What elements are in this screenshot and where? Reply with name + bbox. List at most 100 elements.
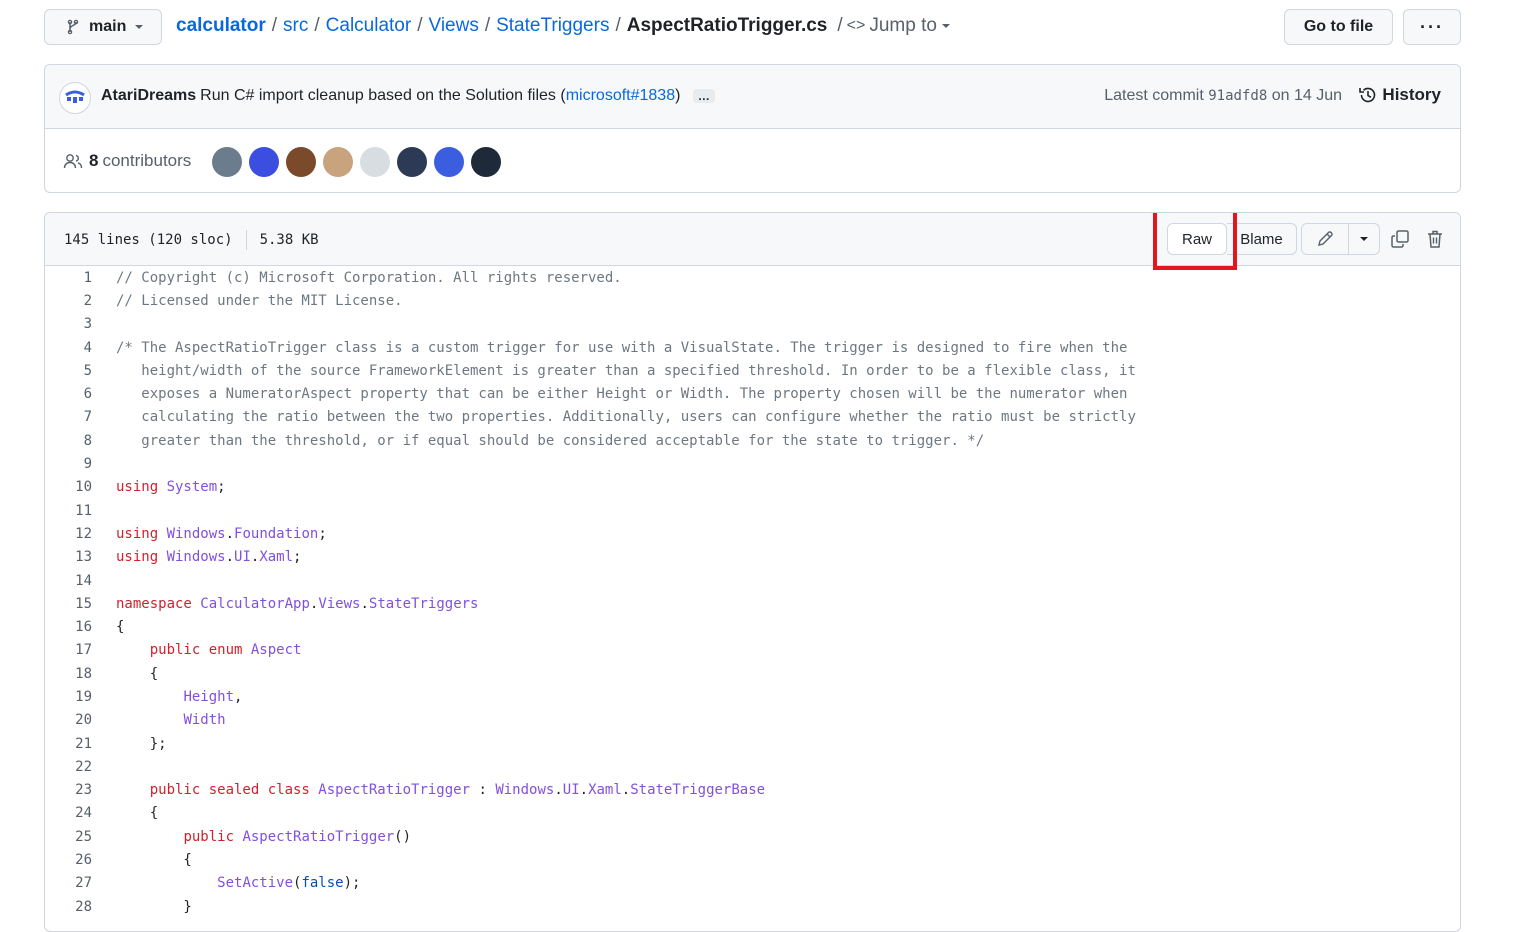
copy-raw-button[interactable] [1388,225,1412,253]
contributor-avatar[interactable] [397,147,427,177]
chevron-down-icon [1360,237,1368,241]
code-token: ; [318,525,327,542]
breadcrumb-src-link[interactable]: src [283,15,308,37]
code-token: StateTriggerBase [630,782,766,799]
line-content: greater than the threshold, or if equal … [92,433,984,449]
line-number[interactable]: 10 [45,479,92,495]
code-token: () [394,828,412,845]
line-number[interactable]: 17 [45,642,92,658]
breadcrumb-separator: / [484,15,491,36]
commit-message-text[interactable]: Run C# import cleanup based on the Solut… [200,87,566,104]
code-token: Windows [166,549,226,566]
jump-to-label: Jump to [869,15,937,36]
line-number[interactable]: 6 [45,386,92,402]
line-number[interactable]: 19 [45,689,92,705]
history-icon [1359,87,1376,103]
contributors-link[interactable]: 8 contributors [63,151,191,171]
line-number[interactable]: 20 [45,712,92,728]
breadcrumb-calculator-link[interactable]: Calculator [326,15,412,37]
contributor-avatar[interactable] [286,147,316,177]
line-number[interactable]: 13 [45,549,92,565]
code-line: 13 using Windows.UI.Xaml; [45,546,1460,569]
line-number[interactable]: 7 [45,409,92,425]
code-token: . [360,595,369,612]
line-number[interactable]: 18 [45,666,92,682]
line-content: using Windows.UI.Xaml; [92,549,301,565]
line-content: // Copyright (c) Microsoft Corporation. … [92,270,622,286]
blame-button[interactable]: Blame [1227,223,1297,255]
breadcrumb-statetriggers-link[interactable]: StateTriggers [496,15,609,37]
code-token: Windows [495,782,555,799]
code-line: 20 Width [45,709,1460,732]
line-number[interactable]: 24 [45,805,92,821]
code-token: Views [318,595,361,612]
line-number[interactable]: 5 [45,363,92,379]
line-content: public enum Aspect [92,642,302,659]
file-size: 5.38 KB [259,232,319,248]
code-token: height/width of the source FrameworkElem… [116,362,1136,379]
history-button[interactable]: History [1358,85,1441,105]
branch-selector-button[interactable]: main [44,9,162,45]
commit-author-link[interactable]: AtariDreams [101,87,196,104]
code-line: 25 public AspectRatioTrigger() [45,825,1460,848]
expand-commit-button[interactable]: … [692,89,715,103]
line-number[interactable]: 15 [45,596,92,612]
avatar[interactable] [59,82,91,114]
code-token: public enum [149,642,251,659]
code-token: CalculatorApp [200,595,310,612]
line-number[interactable]: 9 [45,456,92,472]
contributor-avatar[interactable] [212,147,242,177]
contributor-avatar[interactable] [249,147,279,177]
commit-sha-link[interactable]: 91adfd8 [1208,88,1267,104]
breadcrumb-views-link[interactable]: Views [428,15,478,37]
line-number[interactable]: 23 [45,782,92,798]
file-info: 145 lines (120 sloc) 5.38 KB [64,230,319,250]
contributor-avatar[interactable] [323,147,353,177]
code-line: 26 { [45,848,1460,871]
file-viewer: 145 lines (120 sloc) 5.38 KB Raw Blame 1… [44,212,1461,932]
code-token: System [166,479,218,496]
breadcrumb-separator: / [271,15,278,36]
line-number[interactable]: 22 [45,759,92,775]
delete-file-button[interactable] [1423,225,1447,253]
line-number[interactable]: 16 [45,619,92,635]
line-number[interactable]: 1 [45,270,92,286]
jump-to-menu[interactable]: / <> Jump to [837,15,951,37]
line-number[interactable]: 4 [45,340,92,356]
line-number[interactable]: 11 [45,503,92,519]
code-line: 3 [45,313,1460,336]
code-line: 7 calculating the ratio between the two … [45,406,1460,429]
code-token: calculating the ratio between the two pr… [116,409,1136,426]
line-number[interactable]: 14 [45,573,92,589]
breadcrumb-repo-link[interactable]: calculator [176,15,266,37]
line-number[interactable]: 21 [45,736,92,752]
code-line: 17 public enum Aspect [45,639,1460,662]
contributor-avatar[interactable] [471,147,501,177]
pull-request-link[interactable]: microsoft#1838 [566,87,675,104]
line-number[interactable]: 12 [45,526,92,542]
line-number[interactable]: 25 [45,829,92,845]
code-token: { [116,665,159,682]
line-number[interactable]: 26 [45,852,92,868]
edit-dropdown-button[interactable] [1348,223,1380,255]
line-number[interactable]: 2 [45,293,92,309]
line-number[interactable]: 8 [45,433,92,449]
code-line: 22 [45,755,1460,778]
edit-file-button[interactable] [1301,223,1349,255]
code-line: 2 // Licensed under the MIT License. [45,289,1460,312]
go-to-file-button[interactable]: Go to file [1284,9,1393,45]
commit-message: AtariDreams Run C# import cleanup based o… [101,87,715,105]
commit-date: on 14 Jun [1271,87,1342,104]
contributors-count: 8 [89,151,99,170]
line-number[interactable]: 28 [45,899,92,915]
line-number[interactable]: 27 [45,875,92,891]
contributor-avatar[interactable] [434,147,464,177]
raw-button[interactable]: Raw [1167,223,1227,255]
line-number[interactable]: 3 [45,316,92,332]
contributor-avatar[interactable] [360,147,390,177]
more-options-button[interactable]: ··· [1403,9,1461,45]
latest-commit-label: Latest commit [1104,87,1204,104]
code-line: 8 greater than the threshold, or if equa… [45,429,1460,452]
code-token: , [234,688,243,705]
